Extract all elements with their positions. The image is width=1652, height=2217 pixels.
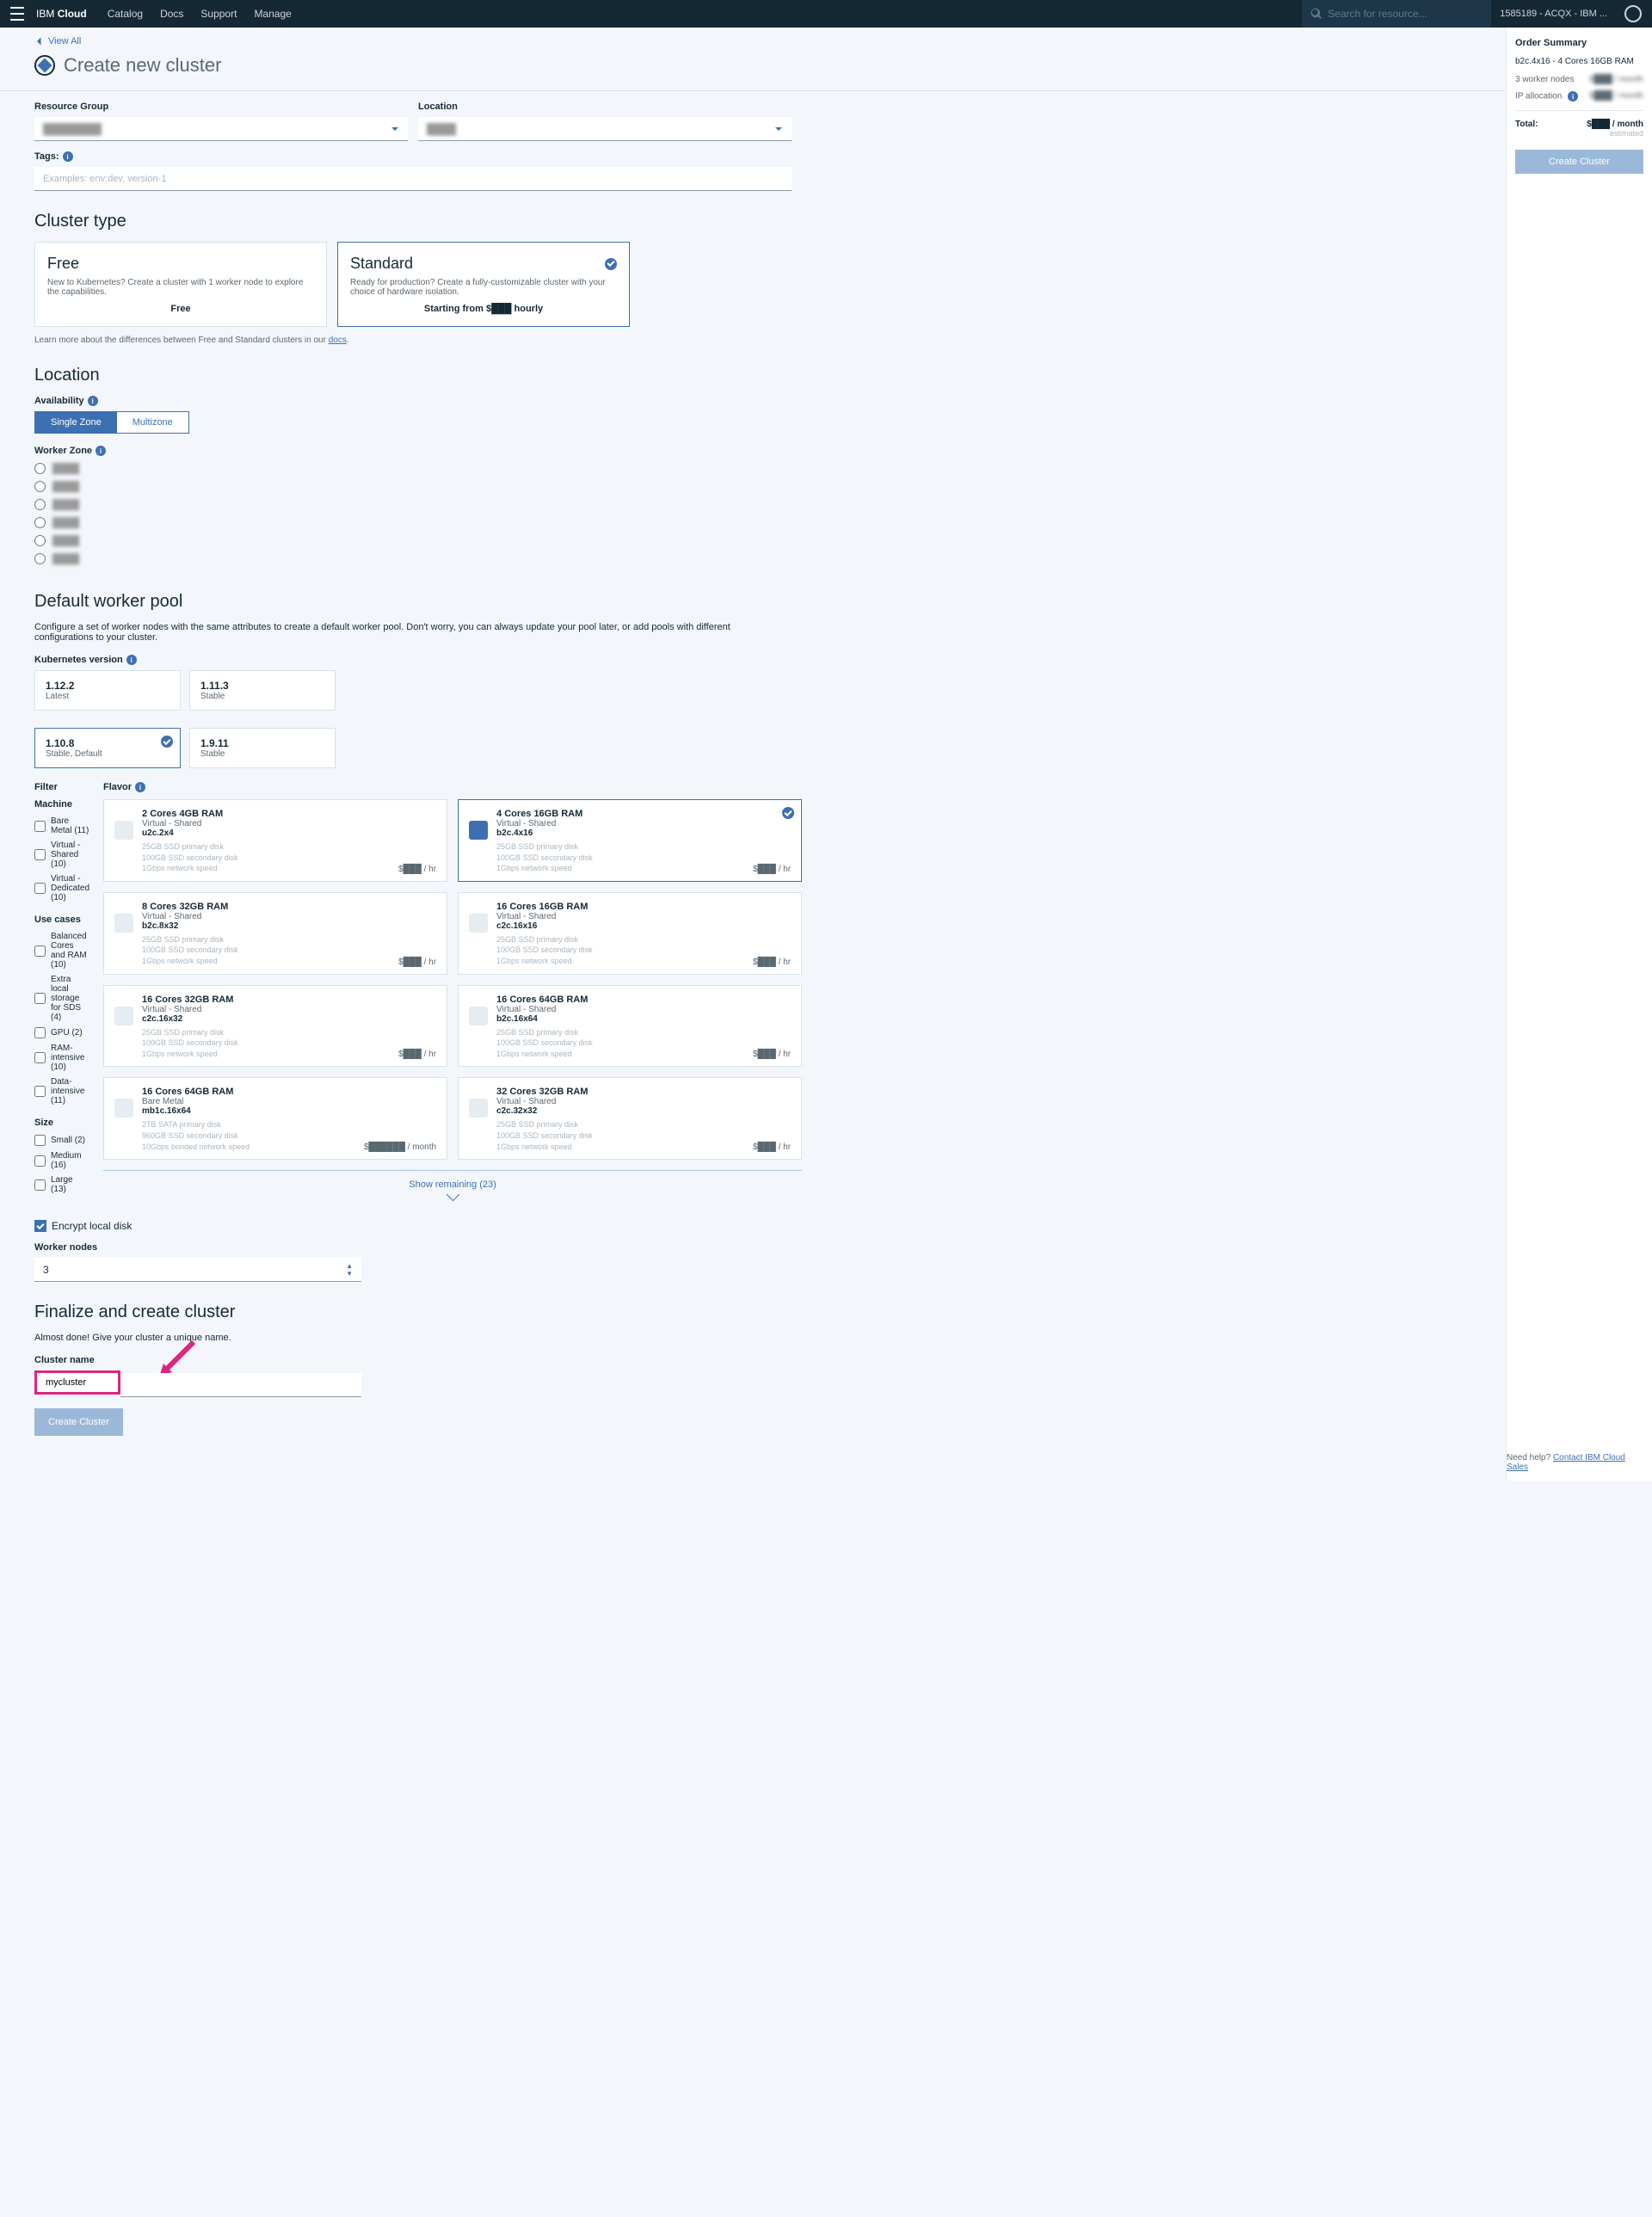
chip-icon: [469, 1099, 488, 1118]
version-card[interactable]: 1.11.3Stable: [189, 670, 336, 711]
summary-item: b2c.4x16 - 4 Cores 16GB RAM: [1515, 57, 1643, 66]
nav-catalog[interactable]: Catalog: [108, 8, 143, 20]
zone-radio[interactable]: ████: [34, 481, 792, 492]
filter-checkbox[interactable]: GPU (2): [34, 1027, 89, 1038]
cluster-type-standard[interactable]: Standard Ready for production? Create a …: [337, 242, 630, 327]
flavor-card[interactable]: 4 Cores 16GB RAM Virtual - Shared b2c.4x…: [458, 799, 802, 882]
version-card[interactable]: 1.9.11Stable: [189, 728, 336, 768]
arrow-left-icon: [34, 36, 45, 46]
nav-manage[interactable]: Manage: [254, 8, 291, 20]
nav-support[interactable]: Support: [200, 8, 237, 20]
info-icon[interactable]: i: [96, 446, 106, 456]
topbar: IBM Cloud Catalog Docs Support Manage Se…: [0, 0, 1652, 28]
worker-pool-heading: Default worker pool: [34, 592, 792, 612]
info-icon[interactable]: i: [88, 396, 98, 406]
filter-checkbox[interactable]: Extra local storage for SDS (4): [34, 975, 89, 1022]
info-icon[interactable]: i: [126, 655, 137, 665]
chip-icon: [114, 914, 133, 933]
cluster-type-free[interactable]: Free New to Kubernetes? Create a cluster…: [34, 242, 327, 327]
filter-checkbox[interactable]: Virtual - Shared (10): [34, 841, 89, 869]
location-heading: Location: [34, 366, 792, 385]
finalize-heading: Finalize and create cluster: [34, 1302, 792, 1322]
filter-checkbox[interactable]: Data-intensive (11): [34, 1077, 89, 1105]
resource-group-select[interactable]: ████████: [34, 117, 408, 141]
filter-checkbox[interactable]: Medium (16): [34, 1151, 89, 1170]
filter-checkbox[interactable]: Balanced Cores and RAM (10): [34, 932, 89, 970]
zone-radio[interactable]: ████: [34, 517, 792, 528]
info-icon[interactable]: i: [135, 782, 145, 792]
order-summary: Order Summary b2c.4x16 - 4 Cores 16GB RA…: [1506, 28, 1652, 1481]
zone-radio[interactable]: ████: [34, 535, 792, 546]
flavor-card[interactable]: 16 Cores 64GB RAM Virtual - Shared b2c.1…: [458, 985, 802, 1068]
avatar-icon[interactable]: [1624, 5, 1642, 22]
location-label: Location: [418, 102, 792, 112]
brand[interactable]: IBM Cloud: [36, 8, 87, 20]
location-select[interactable]: ████: [418, 117, 792, 141]
zone-radio[interactable]: ████: [34, 463, 792, 474]
chip-icon: [469, 914, 488, 933]
encrypt-checkbox[interactable]: Encrypt local disk: [34, 1220, 792, 1232]
check-icon: [782, 807, 794, 819]
version-card[interactable]: 1.10.8Stable, Default: [34, 728, 181, 768]
chip-icon: [469, 1007, 488, 1025]
tags-label: Tags:i: [34, 151, 792, 162]
flavor-card[interactable]: 16 Cores 16GB RAM Virtual - Shared c2c.1…: [458, 892, 802, 975]
create-cluster-button-sidebar[interactable]: Create Cluster: [1515, 150, 1643, 174]
tags-input[interactable]: [34, 167, 792, 191]
cluster-name-input[interactable]: [34, 1370, 120, 1395]
spinner-arrows-icon[interactable]: ▲▼: [346, 1262, 353, 1278]
account-selector[interactable]: 1585189 - ACQX - IBM ...: [1491, 9, 1616, 19]
chip-icon: [469, 821, 488, 840]
nav-docs[interactable]: Docs: [160, 8, 183, 20]
worker-zone-list: ████ ████ ████ ████ ████ ████: [34, 463, 792, 564]
chip-icon: [114, 1007, 133, 1025]
filter-checkbox[interactable]: RAM-intensive (10): [34, 1044, 89, 1072]
toggle-single-zone[interactable]: Single Zone: [35, 412, 117, 433]
filter-checkbox[interactable]: Virtual - Dedicated (10): [34, 874, 89, 902]
flavor-card[interactable]: 8 Cores 32GB RAM Virtual - Shared b2c.8x…: [103, 892, 447, 975]
worker-nodes-input[interactable]: 3 ▲▼: [34, 1258, 361, 1282]
version-card[interactable]: 1.12.2Latest: [34, 670, 181, 711]
page-title: Create new cluster: [64, 54, 221, 77]
filter-checkbox[interactable]: Large (13): [34, 1175, 89, 1194]
kubernetes-icon: [34, 55, 55, 76]
zone-radio[interactable]: ████: [34, 499, 792, 510]
flavor-card[interactable]: 16 Cores 32GB RAM Virtual - Shared c2c.1…: [103, 985, 447, 1068]
menu-icon[interactable]: [10, 7, 24, 21]
cluster-type-note: Learn more about the differences between…: [34, 336, 792, 345]
toggle-multizone[interactable]: Multizone: [117, 412, 188, 433]
docs-link[interactable]: docs: [329, 336, 347, 345]
flavor-card[interactable]: 32 Cores 32GB RAM Virtual - Shared c2c.3…: [458, 1077, 802, 1160]
worker-pool-desc: Configure a set of worker nodes with the…: [34, 622, 792, 643]
flavor-card[interactable]: 16 Cores 64GB RAM Bare Metal mb1c.16x64 …: [103, 1077, 447, 1160]
cluster-type-heading: Cluster type: [34, 212, 792, 231]
back-link[interactable]: View All: [34, 36, 81, 46]
zone-radio[interactable]: ████: [34, 553, 792, 564]
filter-checkbox[interactable]: Small (2): [34, 1135, 89, 1146]
chip-icon: [114, 1099, 133, 1118]
resource-group-label: Resource Group: [34, 102, 408, 112]
check-icon: [34, 1220, 46, 1232]
search-icon: [1310, 8, 1322, 20]
flavor-card[interactable]: 2 Cores 4GB RAM Virtual - Shared u2c.2x4…: [103, 799, 447, 882]
chevron-down-icon: [391, 125, 399, 133]
info-icon[interactable]: i: [1568, 91, 1578, 102]
info-icon[interactable]: i: [63, 151, 73, 162]
filter-heading: Filter: [34, 782, 89, 792]
create-cluster-button[interactable]: Create Cluster: [34, 1408, 123, 1436]
filter-checkbox[interactable]: Bare Metal (11): [34, 816, 89, 835]
chip-icon: [114, 821, 133, 840]
show-more-flavors[interactable]: Show remaining (23): [103, 1170, 802, 1208]
check-icon: [161, 736, 173, 748]
chevron-down-icon: [774, 125, 783, 133]
search-input[interactable]: Search for resource...: [1302, 0, 1491, 28]
availability-toggle: Single Zone Multizone: [34, 411, 189, 434]
check-icon: [605, 258, 617, 270]
